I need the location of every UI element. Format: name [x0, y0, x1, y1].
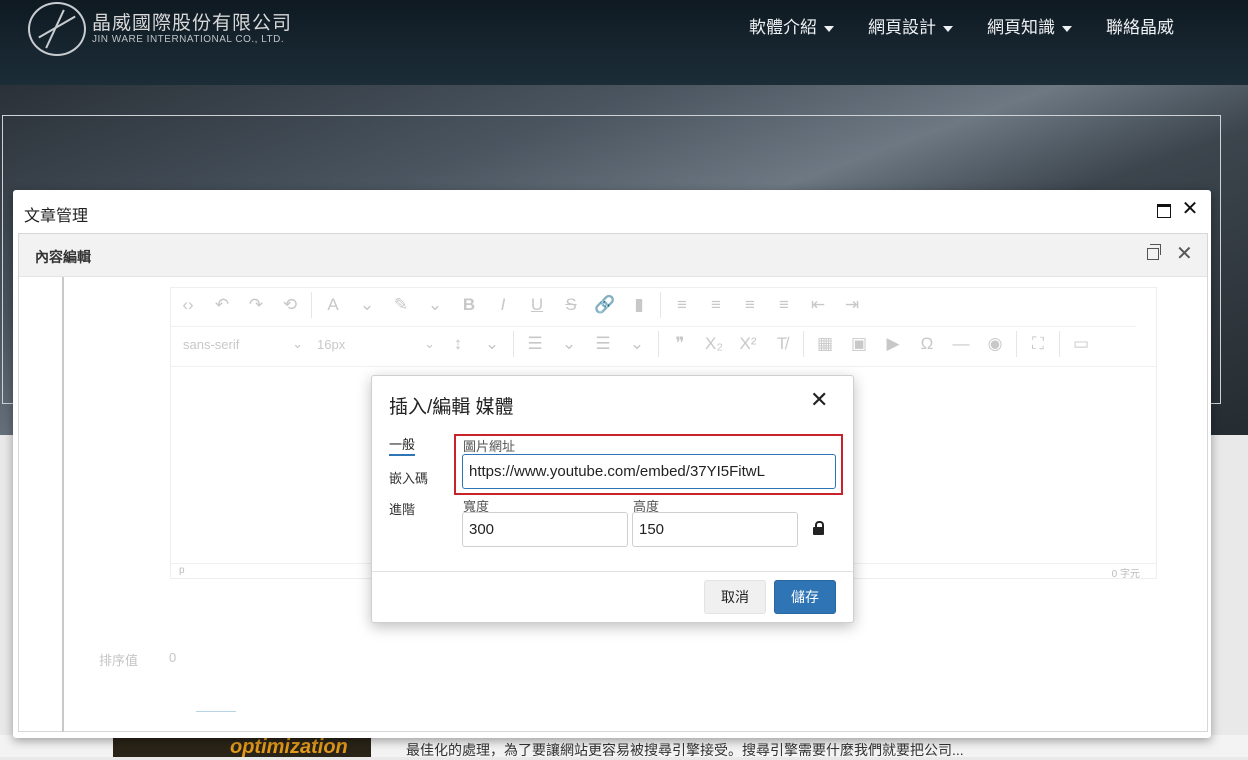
chevron-down-icon: ⌄ [424, 336, 435, 351]
source-code-icon[interactable]: ‹› [171, 295, 205, 315]
clear-formatting-icon[interactable]: T̸ [765, 334, 799, 354]
align-justify-icon[interactable]: ≡ [767, 295, 801, 315]
globe-logo-icon [28, 2, 86, 56]
cancel-button[interactable]: 取消 [704, 580, 766, 614]
media-icon[interactable]: ▶ [876, 334, 910, 354]
editor-toolbar-row-1: ‹› ↶ ↷ ⟲ A ⌄ ✎ ⌄ B I U S 🔗 ▮ ≡ ≡ ≡ ≡ ⇤ ⇥ [171, 288, 869, 322]
undo-icon[interactable]: ↶ [205, 295, 239, 315]
window-close-icon[interactable]: ✕ [1181, 199, 1199, 219]
nav-item-web-knowledge[interactable]: 網頁知識 [987, 13, 1072, 38]
toolbar-separator [311, 292, 312, 318]
sort-label: 排序值 [99, 653, 139, 668]
chevron-down-icon[interactable]: ⌄ [418, 295, 452, 315]
font-size-select[interactable]: 16px ⌄ [309, 336, 441, 352]
site-header: 晶威國際股份有限公司 JIN WARE INTERNATIONAL CO., L… [0, 0, 1248, 85]
italic-icon[interactable]: I [486, 295, 520, 315]
lock-icon[interactable] [813, 521, 825, 535]
font-family-select[interactable]: sans-serif ⌄ [171, 336, 309, 352]
restore-icon[interactable] [1147, 244, 1161, 260]
site-brand: 晶威國際股份有限公司 [92, 13, 293, 34]
chevron-down-icon[interactable]: ⌄ [620, 334, 654, 354]
thumbnail-text: optimization [230, 736, 348, 758]
table-icon[interactable]: ▦ [808, 334, 842, 354]
highlight-color-icon[interactable]: ✎ [384, 295, 418, 315]
toolbar-separator [1016, 331, 1017, 357]
image-icon[interactable]: ▣ [842, 334, 876, 354]
image-gallery-icon[interactable]: ▭ [1064, 334, 1098, 354]
chevron-down-icon[interactable]: ⌄ [350, 295, 384, 315]
text-color-icon[interactable]: A [316, 295, 350, 315]
panel-title: 內容編輯 [35, 249, 91, 265]
align-right-icon[interactable]: ≡ [733, 295, 767, 315]
dialog-title: 插入/編輯 媒體 [389, 397, 514, 418]
indent-icon[interactable]: ⇥ [835, 295, 869, 315]
dialog-tabs: 一般 嵌入碼 進階 [389, 434, 428, 530]
link-icon[interactable]: 🔗 [588, 295, 622, 315]
save-button[interactable]: 儲存 [774, 580, 836, 614]
media-url-input[interactable] [462, 454, 836, 489]
dialog-footer-divider [372, 571, 853, 572]
nav-item-contact[interactable]: 聯絡晶威 [1106, 13, 1174, 38]
subscript-icon[interactable]: X₂ [697, 334, 731, 354]
chevron-down-icon [1062, 25, 1072, 32]
history-icon[interactable]: ⟲ [273, 295, 307, 315]
redo-icon[interactable]: ↷ [239, 295, 273, 315]
toolbar-separator [1059, 331, 1060, 357]
toolbar-separator [803, 331, 804, 357]
width-input[interactable] [462, 512, 628, 547]
word-count: 0 字元 [1111, 569, 1140, 580]
align-left-icon[interactable]: ≡ [665, 295, 699, 315]
divider [196, 711, 236, 712]
panel-close-icon[interactable]: ✕ [1176, 244, 1193, 264]
bold-icon[interactable]: B [452, 295, 486, 315]
chevron-down-icon [943, 25, 953, 32]
panel-header: 內容編輯 ✕ [19, 234, 1207, 277]
preview-icon[interactable]: ◉ [978, 334, 1012, 354]
blockquote-icon[interactable]: ❞ [663, 334, 697, 354]
element-path[interactable]: p [179, 565, 185, 576]
window-title: 文章管理 [24, 208, 89, 225]
toolbar-separator [660, 292, 661, 318]
line-height-icon[interactable]: ↕ [441, 334, 475, 354]
tab-general[interactable]: 一般 [389, 434, 415, 456]
sort-value[interactable]: 0 [169, 650, 176, 665]
insert-media-dialog: 插入/編輯 媒體 ✕ 一般 嵌入碼 進階 圖片網址 寬度 高度 取消 儲存 [371, 375, 854, 623]
chevron-down-icon[interactable]: ⌄ [475, 334, 509, 354]
chevron-down-icon[interactable]: ⌄ [552, 334, 586, 354]
outdent-icon[interactable]: ⇤ [801, 295, 835, 315]
toolbar-separator [513, 331, 514, 357]
underline-icon[interactable]: U [520, 295, 554, 315]
horizontal-rule-icon[interactable]: — [944, 334, 978, 354]
url-label: 圖片網址 [463, 439, 516, 454]
bullet-list-icon[interactable]: ☰ [518, 334, 552, 354]
numbered-list-icon[interactable]: ☰ [586, 334, 620, 354]
divider [62, 277, 64, 732]
strikethrough-icon[interactable]: S [554, 295, 588, 315]
fullscreen-icon[interactable]: ⛶ [1021, 334, 1055, 354]
nav-item-web-design[interactable]: 網頁設計 [868, 13, 953, 38]
maximize-icon[interactable] [1157, 204, 1171, 218]
superscript-icon[interactable]: X² [731, 334, 765, 354]
align-center-icon[interactable]: ≡ [699, 295, 733, 315]
chevron-down-icon: ⌄ [292, 336, 303, 351]
toolbar-separator [658, 331, 659, 357]
bookmark-icon[interactable]: ▮ [622, 295, 656, 315]
tab-embed[interactable]: 嵌入碼 [389, 468, 428, 487]
dialog-close-icon[interactable]: ✕ [810, 389, 828, 411]
chevron-down-icon [824, 25, 834, 32]
site-nav: 軟體介紹 網頁設計 網頁知識 聯絡晶威 [749, 13, 1174, 38]
height-input[interactable] [632, 512, 798, 547]
nav-item-software[interactable]: 軟體介紹 [749, 13, 834, 38]
special-character-icon[interactable]: Ω [910, 334, 944, 354]
site-brand-english: JIN WARE INTERNATIONAL CO., LTD. [92, 34, 285, 45]
editor-toolbar-row-2: sans-serif ⌄ 16px ⌄ ↕ ⌄ ☰ ⌄ ☰ ⌄ ❞ X₂ X² T̸… [171, 326, 1136, 361]
article-snippet: 最佳化的處理，為了要讓網站更容易被搜尋引擎接受。搜尋引擎需要什麼我們就要把公司.… [406, 742, 964, 758]
tab-advanced[interactable]: 進階 [389, 499, 428, 518]
